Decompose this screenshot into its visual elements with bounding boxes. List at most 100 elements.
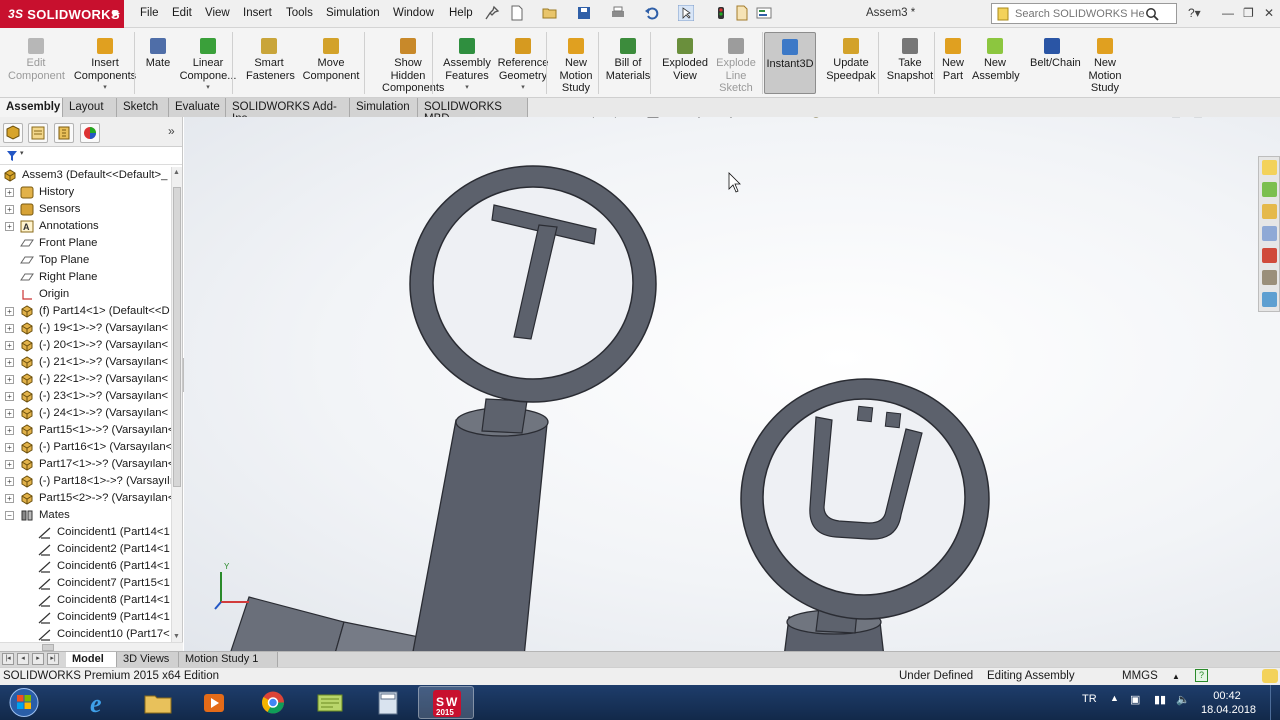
expand-node-icon[interactable]: + (5, 188, 14, 197)
expand-node-icon[interactable]: + (5, 205, 14, 214)
tab-prev-icon[interactable]: ◂ (17, 653, 29, 665)
minimize-icon[interactable]: — (1222, 6, 1234, 20)
expand-node-icon[interactable]: + (5, 375, 14, 384)
taskbar-ie-icon[interactable]: e (72, 686, 128, 719)
model-scene[interactable]: T Ü Y (184, 117, 1280, 652)
viewport-tile-icon[interactable]: ⊟ (1193, 117, 1203, 120)
expand-node-icon[interactable]: + (5, 494, 14, 503)
menu-simulation[interactable]: Simulation (326, 7, 380, 19)
undo-icon[interactable] (644, 5, 660, 21)
tab-evaluate[interactable]: Evaluate (169, 98, 226, 117)
expand-node-icon[interactable]: + (5, 358, 14, 367)
menu-edit[interactable]: Edit (172, 7, 192, 19)
expand-node-icon[interactable]: + (5, 341, 14, 350)
menu-help[interactable]: Help (449, 7, 473, 19)
collapse-node-icon[interactable]: − (5, 511, 14, 520)
cmd-show-hidden-button[interactable]: Show Hidden Components (382, 32, 444, 94)
file-properties-icon[interactable] (734, 5, 750, 21)
expand-node-icon[interactable]: + (5, 392, 14, 401)
hide-show-items-icon[interactable] (754, 117, 770, 119)
base-block[interactable] (229, 596, 420, 652)
rebuild-icon[interactable] (713, 5, 729, 21)
previous-view-icon[interactable] (624, 117, 640, 119)
cmd-reference-geometry-button[interactable]: Reference Geometry ▾ (495, 32, 551, 94)
save-icon[interactable] (576, 5, 592, 21)
tab-first-icon[interactable]: |◂ (2, 653, 14, 665)
taskbar-explorer-icon[interactable] (130, 686, 186, 719)
view-settings-icon[interactable] (840, 117, 856, 119)
tree-hscroll-thumb[interactable] (42, 644, 54, 651)
restore-icon[interactable]: ❐ (1243, 6, 1254, 20)
menu-window[interactable]: Window (393, 7, 434, 19)
cmd-edit-component-button[interactable]: Edit Component (8, 32, 65, 94)
taskbar-solidworks-icon[interactable]: SW 2015 (418, 686, 474, 719)
print-icon[interactable] (610, 5, 626, 21)
tray-app-icon[interactable]: ▣ (1130, 693, 1140, 706)
solidworks-logo[interactable]: 3S SOLIDWORKS ▶ (0, 0, 124, 28)
cmd-new-part-button[interactable]: New Part (940, 32, 966, 94)
display-manager-tab-icon[interactable] (80, 123, 100, 143)
open-folder-icon[interactable] (542, 5, 558, 21)
cmd-move-component-button[interactable]: Move Component (300, 32, 362, 94)
cmd-new-assembly-button[interactable]: New Assembly (972, 32, 1020, 94)
help-search-box[interactable] (991, 3, 1177, 24)
cmd-instant3d-button[interactable]: Instant3D (764, 32, 816, 94)
help-search-input[interactable] (1015, 7, 1145, 20)
expand-node-icon[interactable]: + (5, 443, 14, 452)
language-indicator[interactable]: TR (1082, 693, 1097, 705)
viewport-restore-icon[interactable]: ❐ (1236, 117, 1247, 120)
network-icon[interactable]: ▮▮ (1154, 693, 1166, 706)
feature-tree-tab-icon[interactable] (3, 123, 23, 143)
apply-scene-icon[interactable] (808, 117, 824, 119)
windows-start-icon[interactable] (4, 686, 44, 719)
tab-last-icon[interactable]: ▸| (47, 653, 59, 665)
tab-3d-views[interactable]: 3D Views (117, 652, 179, 667)
dropdown-arrow-icon[interactable]: ▾ (72, 82, 138, 95)
expand-node-icon[interactable]: + (5, 426, 14, 435)
display-style-icon[interactable] (722, 117, 738, 119)
filter-dropdown-icon[interactable]: ▾ (20, 149, 24, 157)
filter-icon[interactable] (6, 150, 18, 162)
cmd-assembly-features-button[interactable]: Assembly Features ▾ (440, 32, 494, 94)
cmd-speedpak-button[interactable]: Update Speedpak (824, 32, 878, 94)
help-status-icon[interactable]: ? (1195, 669, 1208, 682)
section-view-icon[interactable] (646, 117, 662, 119)
ring-T[interactable]: T (409, 165, 657, 403)
expand-node-icon[interactable]: + (5, 460, 14, 469)
cmd-mate-button[interactable]: Mate (144, 32, 172, 94)
cmd-smart-fasteners-button[interactable]: Smart Fasteners (246, 32, 295, 94)
tab-solidworks-addins[interactable]: SOLIDWORKS Add-Ins (226, 98, 350, 125)
tab-layout[interactable]: Layout (63, 98, 117, 117)
cmd-snapshot-button[interactable]: Take Snapshot (884, 32, 936, 94)
tab-next-icon[interactable]: ▸ (32, 653, 44, 665)
expand-panel-icon[interactable]: » (168, 124, 175, 138)
taskbar-media-player-icon[interactable] (187, 686, 243, 719)
viewport-minimize-icon[interactable]: — (1215, 117, 1227, 121)
dropdown-arrow-icon[interactable]: ▾ (178, 82, 238, 95)
taskbar-chrome-icon[interactable] (245, 686, 301, 719)
options-icon[interactable] (756, 5, 772, 21)
viewport-close-icon[interactable]: ✕ (1258, 117, 1268, 120)
tree-vertical-scrollbar[interactable]: ▲ ▼ (171, 167, 182, 642)
cmd-motion-study-2-button[interactable]: New Motion Study (1082, 32, 1128, 94)
status-units[interactable]: MMGS (1122, 670, 1158, 682)
tab-simulation[interactable]: Simulation (350, 98, 418, 117)
expand-node-icon[interactable]: + (5, 222, 14, 231)
taskbar-notes-icon[interactable] (302, 686, 358, 719)
dynamic-annotation-icon[interactable] (668, 117, 684, 119)
ring-U-umlaut[interactable]: Ü (740, 378, 990, 620)
tab-model[interactable]: Model (66, 652, 117, 667)
show-desktop-button[interactable] (1270, 685, 1280, 720)
select-cursor-icon[interactable] (678, 5, 694, 21)
close-icon[interactable]: ✕ (1264, 6, 1274, 20)
menu-file[interactable]: File (140, 7, 159, 19)
cmd-motion-study-button[interactable]: New Motion Study (556, 32, 596, 94)
pin-icon[interactable] (484, 5, 500, 21)
cmd-insert-components-button[interactable]: Insert Components ▾ (72, 32, 138, 94)
menu-tools[interactable]: Tools (286, 7, 313, 19)
expand-node-icon[interactable]: + (5, 307, 14, 316)
menu-view[interactable]: View (205, 7, 230, 19)
resources-home-icon[interactable] (1262, 160, 1277, 175)
graphics-viewport[interactable]: T Ü Y ▾ (184, 117, 1280, 652)
property-manager-tab-icon[interactable] (28, 123, 48, 143)
